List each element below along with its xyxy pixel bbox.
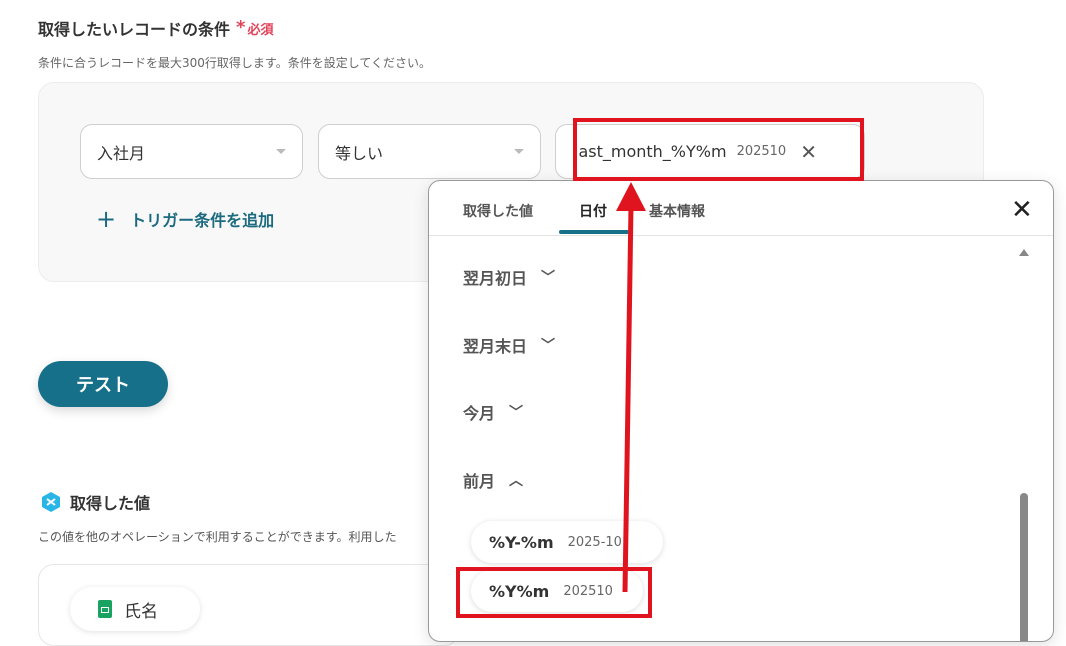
arrow-head-icon	[616, 182, 646, 211]
annotation-arrow	[616, 182, 646, 593]
